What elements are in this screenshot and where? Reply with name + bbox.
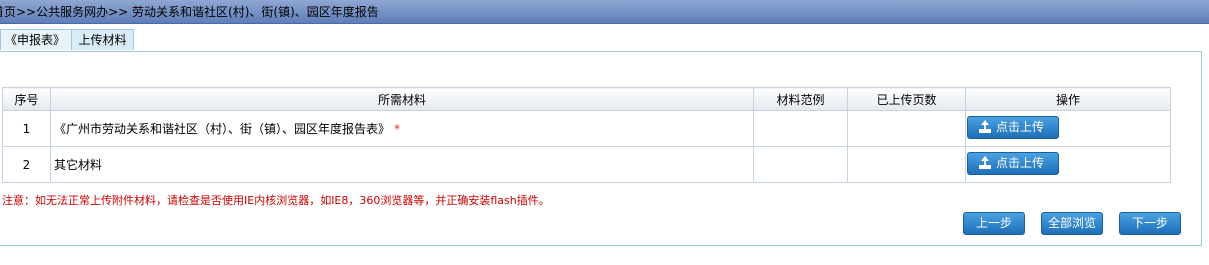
material-name: 其它材料 — [54, 158, 103, 172]
browser-warning-note: 注意：如无法正常上传附件材料，请检查是否使用IE内核浏览器，如IE8，360浏览… — [2, 194, 550, 207]
previous-step-button[interactable]: 上一步 — [963, 212, 1025, 235]
row-material: 其它材料 — [50, 146, 754, 183]
material-name: 《广州市劳动关系和谐社区（村）、街（镇）、园区年度报告表》 — [54, 122, 391, 136]
column-header-uploaded-pages: 已上传页数 — [847, 87, 966, 111]
table-row: 1 《广州市劳动关系和谐社区（村）、街（镇）、园区年度报告表》 * 点击上传 — [2, 110, 1171, 147]
upload-button[interactable]: 点击上传 — [967, 115, 1059, 139]
breadcrumb: 首页>>公共服务网办>> 劳动关系和谐社区(村)、街(镇)、园区年度报告 — [0, 5, 379, 19]
column-header-index: 序号 — [2, 87, 51, 111]
row-action: 点击上传 — [965, 146, 1171, 183]
column-header-sample: 材料范例 — [753, 87, 848, 111]
upload-icon — [979, 155, 991, 169]
column-header-material: 所需材料 — [50, 87, 754, 111]
required-mark: * — [394, 122, 401, 136]
table-row: 2 其它材料 点击上传 — [2, 146, 1171, 183]
row-sample — [753, 110, 848, 147]
next-step-button[interactable]: 下一步 — [1119, 212, 1181, 235]
upload-panel: 序号 所需材料 材料范例 已上传页数 操作 1 《广州市劳动关系和谐社区（村）、… — [0, 51, 1202, 246]
upload-button-label: 点击上传 — [996, 119, 1045, 134]
upload-icon — [979, 119, 991, 133]
tab-application-form[interactable]: 《申报表》 — [0, 29, 74, 50]
column-header-action: 操作 — [965, 87, 1171, 111]
row-material: 《广州市劳动关系和谐社区（村）、街（镇）、园区年度报告表》 * — [50, 110, 754, 147]
browse-all-button[interactable]: 全部浏览 — [1041, 212, 1103, 235]
tab-upload-materials[interactable]: 上传材料 — [71, 29, 134, 50]
row-sample — [753, 146, 848, 183]
table-header-row: 序号 所需材料 材料范例 已上传页数 操作 — [2, 87, 1171, 111]
row-index: 1 — [2, 110, 51, 147]
row-uploaded-pages — [847, 146, 966, 183]
row-action: 点击上传 — [965, 110, 1171, 147]
upload-button-label: 点击上传 — [996, 155, 1045, 170]
row-index: 2 — [2, 146, 51, 183]
materials-table: 序号 所需材料 材料范例 已上传页数 操作 1 《广州市劳动关系和谐社区（村）、… — [2, 87, 1171, 183]
title-bar: 首页>>公共服务网办>> 劳动关系和谐社区(村)、街(镇)、园区年度报告 — [0, 0, 1209, 24]
row-uploaded-pages — [847, 110, 966, 147]
upload-button[interactable]: 点击上传 — [967, 151, 1059, 175]
